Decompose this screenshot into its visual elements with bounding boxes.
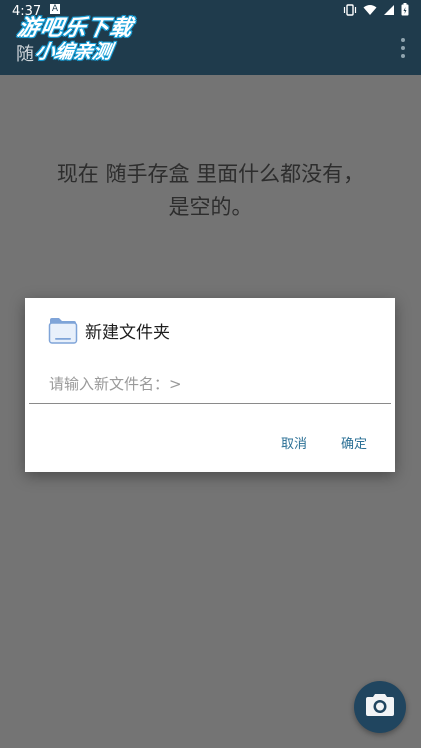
watermark-logo: 游吧乐下载 小编亲测 bbox=[5, 10, 151, 66]
wifi-icon bbox=[363, 4, 377, 16]
folder-name-input[interactable] bbox=[29, 364, 391, 404]
battery-icon bbox=[401, 3, 409, 16]
cancel-button[interactable]: 取消 bbox=[281, 433, 307, 452]
status-icons bbox=[343, 3, 409, 16]
camera-icon bbox=[365, 692, 395, 722]
camera-button[interactable] bbox=[354, 681, 406, 733]
dialog-title: 新建文件夹 bbox=[85, 323, 170, 343]
empty-state-line2: 是空的。 bbox=[168, 195, 253, 219]
more-vert-icon[interactable] bbox=[399, 38, 407, 58]
folder-icon bbox=[47, 314, 79, 346]
vibrate-icon bbox=[343, 3, 357, 16]
signal-icon bbox=[383, 4, 395, 16]
empty-state-line1: 现在 随手存盒 里面什么都没有， bbox=[56, 162, 365, 186]
new-folder-dialog: 新建文件夹 取消 确定 bbox=[25, 298, 395, 472]
empty-state-message: 现在 随手存盒 里面什么都没有， 是空的。 bbox=[0, 158, 421, 224]
ok-button[interactable]: 确定 bbox=[341, 433, 367, 452]
watermark-line2: 小编亲测 bbox=[33, 41, 114, 63]
